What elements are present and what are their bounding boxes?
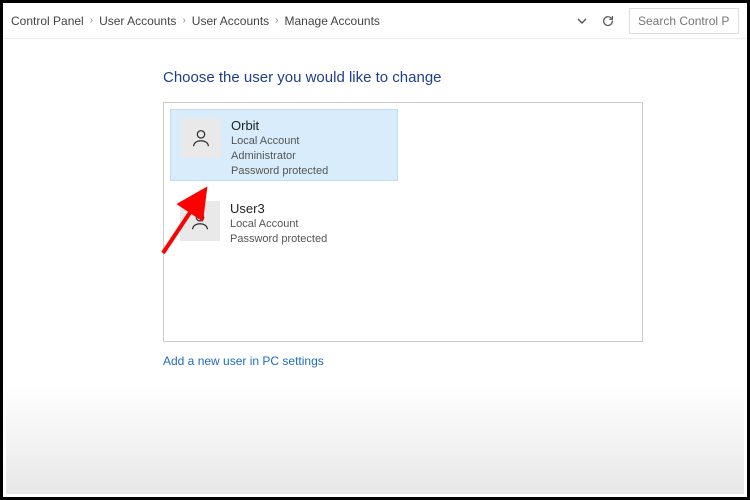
refresh-icon[interactable] xyxy=(597,10,619,32)
user-icon xyxy=(181,118,221,158)
account-password-status: Password protected xyxy=(230,232,327,247)
account-card-user3[interactable]: User3 Local Account Password protected xyxy=(170,193,398,265)
chevron-right-icon: › xyxy=(275,15,278,26)
account-card-orbit[interactable]: Orbit Local Account Administrator Passwo… xyxy=(170,109,398,181)
chevron-down-icon[interactable] xyxy=(571,10,593,32)
search-input[interactable] xyxy=(629,8,739,34)
account-password-status: Password protected xyxy=(231,164,328,179)
breadcrumb-item[interactable]: User Accounts xyxy=(192,14,269,28)
account-name: User3 xyxy=(230,201,327,216)
accounts-panel: Orbit Local Account Administrator Passwo… xyxy=(163,102,643,342)
chevron-right-icon: › xyxy=(182,15,185,26)
add-user-link[interactable]: Add a new user in PC settings xyxy=(163,354,324,368)
account-role: Administrator xyxy=(231,149,328,164)
account-info: User3 Local Account Password protected xyxy=(230,201,327,247)
bottom-fade xyxy=(6,384,744,494)
main-content: Choose the user you would like to change… xyxy=(3,39,747,368)
account-info: Orbit Local Account Administrator Passwo… xyxy=(231,118,328,179)
user-icon xyxy=(180,201,220,241)
account-type: Local Account xyxy=(231,134,328,149)
breadcrumb-item[interactable]: Manage Accounts xyxy=(285,14,380,28)
page-title: Choose the user you would like to change xyxy=(163,69,747,86)
account-type: Local Account xyxy=(230,217,327,232)
chevron-right-icon: › xyxy=(90,15,93,26)
breadcrumb-item[interactable]: Control Panel xyxy=(11,14,84,28)
breadcrumb[interactable]: Control Panel › User Accounts › User Acc… xyxy=(11,14,567,28)
address-bar: Control Panel › User Accounts › User Acc… xyxy=(3,3,747,39)
account-name: Orbit xyxy=(231,118,328,133)
breadcrumb-item[interactable]: User Accounts xyxy=(99,14,176,28)
